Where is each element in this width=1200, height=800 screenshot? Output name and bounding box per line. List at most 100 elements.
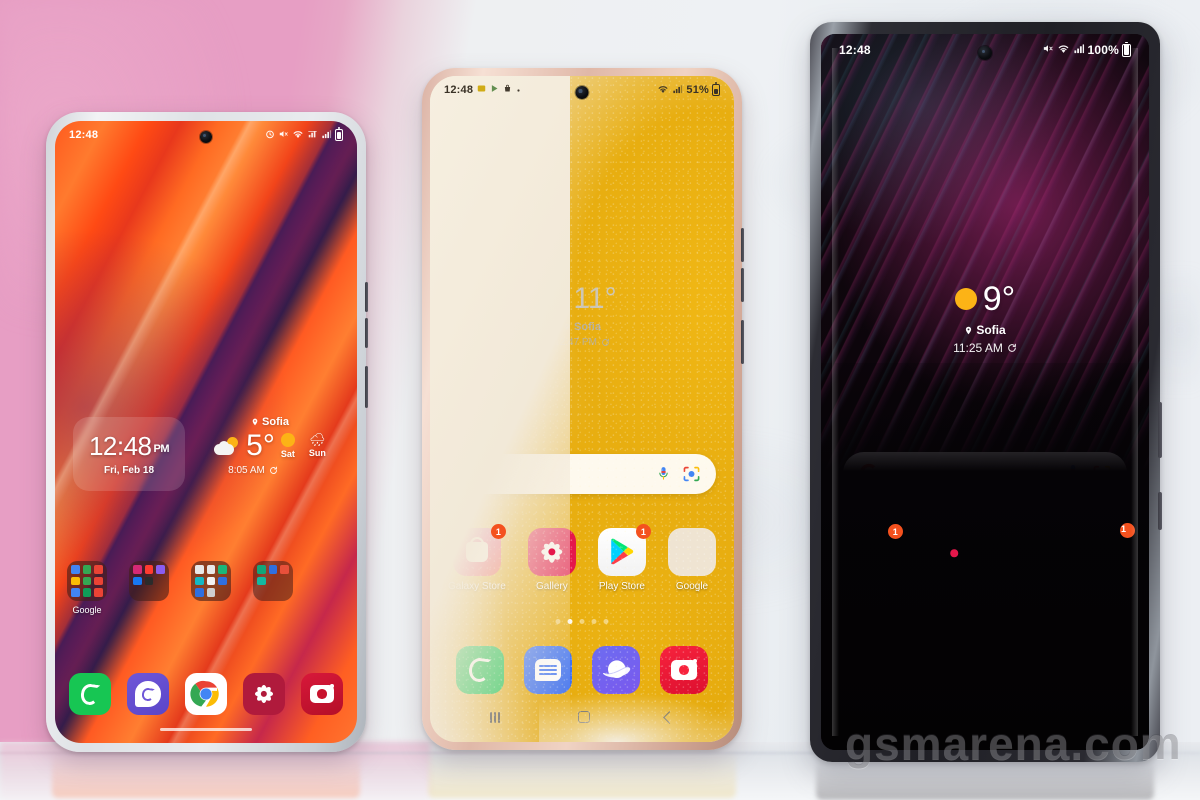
app-galaxy-store[interactable]: 1 Galaxy Store <box>841 524 905 595</box>
power-button[interactable] <box>365 366 368 408</box>
page-dot[interactable] <box>996 634 1002 639</box>
app-label: Gallery <box>936 583 972 595</box>
notification-badge: 1 <box>1119 523 1135 538</box>
folder-label: Google <box>72 605 102 615</box>
volume-down-button[interactable] <box>365 318 368 348</box>
home-page-icon[interactable] <box>968 634 978 639</box>
battery-percent: 51% <box>686 84 709 96</box>
phone-icon[interactable] <box>851 664 901 714</box>
phone-icon[interactable] <box>69 673 111 715</box>
volume-button[interactable] <box>1158 402 1162 458</box>
dock-app-camera[interactable] <box>301 673 343 715</box>
power-button[interactable] <box>741 320 744 364</box>
app-google-folder[interactable]: 1 Google <box>1078 523 1135 595</box>
messages-icon[interactable] <box>923 664 974 714</box>
weather-forecast: Sat 🌧 Sun <box>280 432 326 459</box>
app-label: Google <box>1086 583 1122 595</box>
app-play-store[interactable]: 1 Play Store <box>597 524 651 592</box>
volume-down-button[interactable] <box>741 268 744 302</box>
dock-app-camera[interactable] <box>1068 664 1119 714</box>
notification-badge: 1 <box>490 524 506 539</box>
notification-badge: 1 <box>635 524 651 539</box>
weather-widget-left[interactable]: Sofia 5° Sat 🌧 Sun 8:05 AM <box>195 409 345 476</box>
power-button[interactable] <box>1158 492 1162 530</box>
clock-widget-left[interactable]: 12:48 PM Fri, Feb 18 <box>73 417 185 491</box>
phone-left[interactable]: 12:48 12:48 PM Fri, Feb 18 Sofia 5° Sat … <box>46 112 368 752</box>
gesture-home-bar[interactable] <box>931 733 1039 736</box>
app-label: Play Store <box>598 581 645 592</box>
galaxy-store-icon[interactable]: 1 <box>847 524 903 578</box>
sunny-icon <box>280 433 295 447</box>
google-folder-icon[interactable] <box>67 561 107 601</box>
chrome-icon[interactable] <box>185 673 227 715</box>
dock-app-gallery[interactable] <box>243 673 285 715</box>
google-g-icon[interactable] <box>859 463 879 483</box>
dock-app-chrome[interactable] <box>185 673 227 715</box>
google-lens-icon[interactable] <box>1093 465 1111 482</box>
mute-icon <box>278 129 289 142</box>
wifi-icon <box>1057 43 1070 57</box>
folder-item[interactable] <box>191 561 231 605</box>
battery-percent: 100% <box>1087 43 1119 57</box>
folder-icon-4[interactable] <box>253 561 293 601</box>
phone-right[interactable]: 12:48 100% 9° Sofia 11:25 AM 1 Galaxy St… <box>810 22 1162 762</box>
play-store-icon[interactable]: 1 <box>597 524 651 576</box>
mic-icon[interactable] <box>658 466 669 483</box>
app-play-store[interactable]: Play Store <box>1004 528 1055 595</box>
camera-icon[interactable] <box>1068 664 1119 714</box>
phone-middle[interactable]: 12:48 51% 11° Sofia 12:47 PM 1 1 Play St… <box>422 68 744 750</box>
forecast-day: 🌧 Sun <box>308 432 326 458</box>
play-store-icon[interactable] <box>1004 528 1055 578</box>
curved-edge-left <box>832 48 839 736</box>
phone-left-screen[interactable]: 12:48 12:48 PM Fri, Feb 18 Sofia 5° Sat … <box>55 121 357 743</box>
phone-middle-screen[interactable]: 12:48 51% 11° Sofia 12:47 PM 1 1 Play St… <box>430 76 734 742</box>
weather-widget-right[interactable]: 9° Sofia 11:25 AM <box>890 282 1080 355</box>
wifi-icon <box>657 84 669 97</box>
folder-item[interactable] <box>253 561 293 605</box>
app-google-folder[interactable]: Google <box>668 528 716 592</box>
app-label: Galaxy Store <box>841 583 905 595</box>
volume-up-button[interactable] <box>741 228 744 262</box>
samsung-internet-icon[interactable] <box>996 664 1047 714</box>
volume-up-button[interactable] <box>365 282 368 312</box>
gesture-home-bar[interactable] <box>160 728 252 731</box>
google-search-bar-right[interactable] <box>843 452 1127 494</box>
battery-icon <box>335 127 343 141</box>
folder-item[interactable] <box>129 561 169 605</box>
google-folder-icon[interactable]: 1 <box>1078 523 1135 578</box>
page-dot-active[interactable] <box>984 634 990 639</box>
viber-icon[interactable] <box>127 673 169 715</box>
refresh-icon <box>269 466 277 474</box>
notification-icon <box>477 84 486 96</box>
status-time: 12:48 <box>444 84 474 96</box>
dock-left <box>69 673 343 715</box>
folder-icon-2[interactable] <box>129 561 169 601</box>
bag-icon <box>503 84 512 96</box>
page-indicator-right[interactable] <box>968 634 1002 639</box>
mic-icon[interactable] <box>1067 464 1079 482</box>
wallpaper-highlight-bottom <box>539 595 734 742</box>
status-time: 12:48 <box>839 43 871 57</box>
dock-app-phone[interactable] <box>69 673 111 715</box>
weather-updated-row: 11:25 AM <box>890 341 1080 355</box>
google-folder-icon[interactable] <box>668 528 716 576</box>
dock-app-messages[interactable] <box>923 664 974 714</box>
weather-location: Sofia <box>574 321 601 333</box>
dock-app-internet[interactable] <box>996 664 1047 714</box>
alarm-icon <box>265 129 275 142</box>
dock-app-phone[interactable] <box>851 664 901 714</box>
dock-app-viber[interactable] <box>127 673 169 715</box>
gallery-icon[interactable] <box>929 528 980 578</box>
weather-temperature: 9° <box>982 280 1016 318</box>
folder-icon-3[interactable] <box>191 561 231 601</box>
weather-main-row: 5° Sat 🌧 Sun <box>195 431 345 461</box>
google-lens-icon[interactable] <box>683 466 700 482</box>
camera-icon[interactable] <box>301 673 343 715</box>
dock-right <box>851 664 1119 714</box>
phone-right-screen[interactable]: 12:48 100% 9° Sofia 11:25 AM 1 Galaxy St… <box>821 34 1149 750</box>
folder-item[interactable]: Google <box>67 561 107 615</box>
app-gallery[interactable]: Gallery <box>929 528 980 595</box>
battery-icon <box>1122 41 1131 57</box>
gallery-icon[interactable] <box>243 673 285 715</box>
clock-date: Fri, Feb 18 <box>103 464 154 476</box>
